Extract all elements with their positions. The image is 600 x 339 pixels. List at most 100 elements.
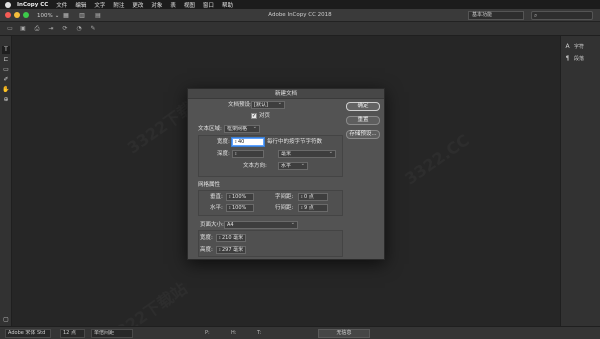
stepper-icon[interactable]: ⇕: [228, 205, 231, 211]
page-width-input[interactable]: ⇕ 210 毫米: [216, 234, 246, 242]
watermark-url: 3322.CC: [401, 130, 473, 188]
save-icon[interactable]: ▣: [18, 25, 28, 33]
search-input[interactable]: ⌕: [531, 11, 593, 20]
line-spacing-label: 行间距:: [275, 205, 294, 211]
view-options-icon[interactable]: ▦: [62, 12, 70, 19]
menu-changes[interactable]: 更改: [132, 1, 143, 9]
print-icon[interactable]: ⎙: [32, 25, 42, 33]
panel-paragraph[interactable]: ¶ 段落: [564, 54, 584, 63]
status-bar: Adobe 宋体 Std 12 点 单倍间距 P: H: T: 无信息: [0, 326, 600, 339]
zoom-level-select[interactable]: 100% ⌄: [34, 11, 62, 20]
menu-file[interactable]: 文件: [56, 1, 67, 9]
assignment-icon[interactable]: ◔: [74, 25, 84, 33]
vertical-input[interactable]: ⇕ 100%: [226, 193, 254, 201]
checkout-icon[interactable]: ⇥: [46, 25, 56, 33]
menu-edit[interactable]: 编辑: [75, 1, 86, 9]
dialog-title: 新建文档: [188, 89, 384, 99]
page-width-value: 210 毫米: [222, 235, 244, 241]
eyedropper-tool-icon[interactable]: ✐: [2, 76, 10, 84]
menu-view[interactable]: 视图: [184, 1, 195, 9]
stepper-icon[interactable]: ⇕: [228, 194, 231, 200]
hand-tool-icon[interactable]: ✋: [2, 86, 10, 94]
facing-pages-checkbox[interactable]: ✓: [251, 113, 257, 119]
position-tool-icon[interactable]: ⊏: [2, 56, 10, 64]
text-area-select[interactable]: 框架网格: [224, 125, 260, 133]
depth-unit-select[interactable]: 毫米: [278, 150, 336, 158]
note-icon[interactable]: ✎: [88, 25, 98, 33]
page-height-label: 高度:: [200, 247, 213, 253]
screen-mode-icon[interactable]: ▢: [2, 316, 10, 324]
zoom-tool-icon[interactable]: ⊕: [2, 96, 10, 104]
width-suffix: 每行中的按字节字符数: [267, 139, 323, 145]
text-direction-select[interactable]: 水平: [278, 162, 308, 170]
menu-notes[interactable]: 附注: [113, 1, 124, 9]
workspace-switcher[interactable]: 基本功能: [468, 11, 524, 20]
close-window-button[interactable]: [5, 12, 11, 18]
chevron-down-icon: ⌄: [54, 12, 60, 19]
window-controls: [5, 12, 29, 18]
char-spacing-label: 字间距:: [275, 194, 294, 200]
new-icon[interactable]: ▭: [5, 25, 15, 33]
menu-help[interactable]: 帮助: [222, 1, 233, 9]
line-spacing-input[interactable]: ⇕ 9 点: [298, 204, 328, 212]
vertical-label: 垂直:: [210, 194, 223, 200]
arrange-documents-icon[interactable]: ▤: [94, 12, 102, 19]
maximize-window-button[interactable]: [23, 12, 29, 18]
status-info-button[interactable]: 无信息: [318, 329, 370, 338]
workspace-value: 基本功能: [472, 12, 493, 18]
ok-button[interactable]: 确定: [346, 102, 380, 111]
menu-window[interactable]: 窗口: [203, 1, 214, 9]
page-height-input[interactable]: ⇕ 297 毫米: [216, 246, 246, 254]
reset-button[interactable]: 重置: [346, 116, 380, 125]
horizontal-input[interactable]: ⇕ 100%: [226, 204, 254, 212]
width-value: 40: [238, 139, 245, 145]
search-icon: ⌕: [534, 12, 538, 19]
control-bar: ▭ ▣ ⎙ ⇥ ⟳ ◔ ✎: [0, 22, 600, 36]
preset-label: 文档预设:: [228, 102, 252, 108]
line-spacing-value: 9 点: [304, 205, 314, 211]
panel-character[interactable]: A 字符: [564, 42, 584, 51]
stepper-icon[interactable]: ⇕: [300, 194, 303, 200]
p-label: P:: [205, 330, 210, 336]
new-document-dialog: 新建文档 文档预设: [默认] ✓ 对页 文本区域: 框架网格 宽度: ⇕ 40…: [187, 88, 385, 260]
page-size-label: 页面大小:: [200, 222, 224, 228]
depth-input[interactable]: ⇕: [232, 150, 264, 158]
panel-character-label: 字符: [574, 44, 585, 50]
note-tool-icon[interactable]: ▭: [2, 66, 10, 74]
character-icon: A: [565, 43, 570, 50]
app-menu[interactable]: InCopy CC: [17, 2, 48, 8]
char-spacing-value: 0 点: [304, 194, 314, 200]
minimize-window-button[interactable]: [14, 12, 20, 18]
width-label: 宽度:: [217, 139, 230, 145]
right-panel-dock: A 字符 ¶ 段落: [560, 36, 600, 326]
text-area-label: 文本区域:: [198, 126, 222, 132]
grid-attributes-label: 网格属性: [198, 182, 221, 188]
font-family-select[interactable]: Adobe 宋体 Std: [5, 329, 51, 338]
stepper-icon[interactable]: ⇕: [218, 235, 221, 241]
paragraph-icon: ¶: [565, 55, 570, 62]
layout-icon[interactable]: ▥: [78, 12, 86, 19]
preset-select[interactable]: [默认]: [251, 101, 285, 109]
apple-icon[interactable]: [5, 1, 11, 8]
stepper-icon[interactable]: ⇕: [234, 151, 237, 157]
type-tool-icon[interactable]: T: [2, 46, 10, 54]
save-preset-button[interactable]: 存储预设...: [346, 130, 380, 139]
vertical-value: 100%: [232, 194, 247, 200]
char-spacing-input[interactable]: ⇕ 0 点: [298, 193, 328, 201]
stepper-icon[interactable]: ⇕: [234, 139, 237, 145]
page-height-value: 297 毫米: [222, 247, 244, 253]
t-label: T:: [257, 330, 262, 336]
text-direction-label: 文本方向:: [243, 163, 267, 169]
depth-label: 深度:: [217, 151, 230, 157]
menu-type[interactable]: 文字: [94, 1, 105, 9]
stepper-icon[interactable]: ⇕: [300, 205, 303, 211]
stepper-icon[interactable]: ⇕: [218, 247, 221, 253]
sync-icon[interactable]: ⟳: [60, 25, 70, 33]
menu-object[interactable]: 对象: [151, 1, 162, 9]
width-input[interactable]: ⇕ 40: [232, 138, 264, 146]
font-size-select[interactable]: 12 点: [60, 329, 85, 338]
page-size-select[interactable]: A4: [224, 221, 298, 229]
leading-select[interactable]: 单倍间距: [91, 329, 133, 338]
menu-table[interactable]: 表: [170, 1, 176, 9]
title-bar: 100% ⌄ ▦ ▥ ▤ Adobe InCopy CC 2018 基本功能 ⌕: [0, 9, 600, 22]
